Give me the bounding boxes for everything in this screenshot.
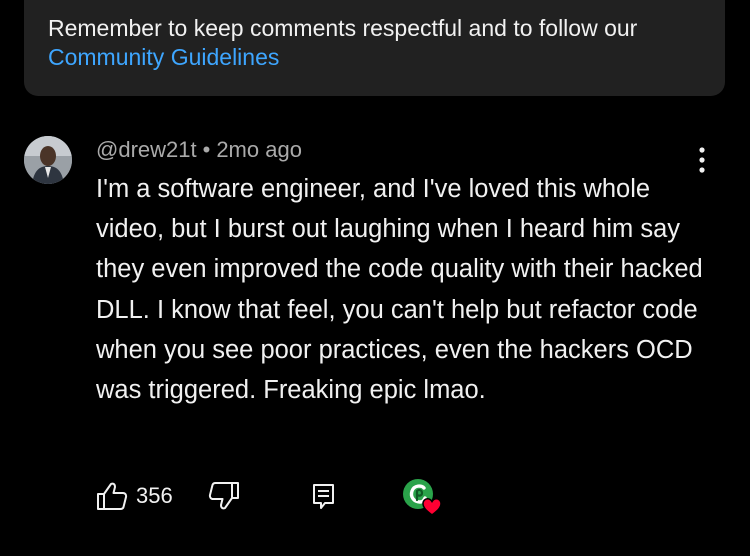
like-button[interactable]: 356: [96, 476, 173, 516]
comment-body: I'm a software engineer, and I've loved …: [96, 175, 703, 405]
notice-text: Remember to keep comments respectful and…: [48, 15, 638, 41]
like-count: 356: [136, 483, 173, 508]
avatar[interactable]: [24, 136, 72, 184]
avatar-photo: [24, 136, 72, 184]
dislike-button[interactable]: [208, 476, 240, 516]
comment-author[interactable]: @drew21t: [96, 137, 197, 162]
creator-heart-icon: [403, 479, 442, 516]
thumbs-up-icon: [97, 482, 128, 510]
community-guidelines-notice: Remember to keep comments respectful and…: [24, 0, 725, 96]
comment-meta: @drew21t • 2mo ago: [96, 136, 302, 164]
thumbs-down-icon: [208, 482, 239, 510]
reply-button[interactable]: [310, 476, 338, 516]
comment-time[interactable]: 2mo ago: [216, 137, 302, 162]
meta-separator: •: [202, 137, 211, 162]
creator-heart: [402, 478, 444, 516]
comment-actions: 356: [0, 476, 750, 516]
community-guidelines-link[interactable]: Community Guidelines: [48, 44, 279, 70]
reply-comment-icon: [313, 484, 334, 509]
